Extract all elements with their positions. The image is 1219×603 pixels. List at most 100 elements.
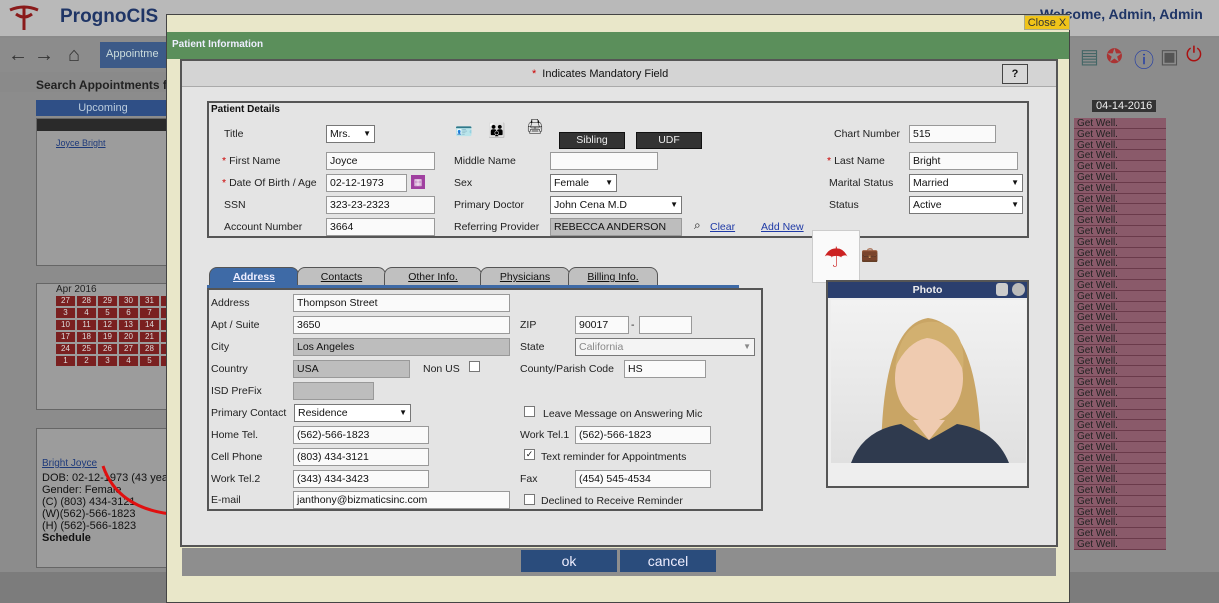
summary-schedule[interactable]: Schedule: [42, 532, 181, 544]
calendar-day[interactable]: 26: [98, 344, 117, 354]
appointment-list-item[interactable]: Get Well.: [1074, 258, 1166, 269]
calendar-day[interactable]: 3: [98, 356, 117, 366]
calendar-day[interactable]: 24: [56, 344, 75, 354]
calendar-day[interactable]: 14: [140, 320, 159, 330]
toolbar-help-ring-icon[interactable]: ✪: [1106, 44, 1123, 69]
appointment-list-item[interactable]: Get Well.: [1074, 118, 1166, 129]
cell-phone-field[interactable]: (803) 434-3121: [293, 448, 429, 466]
address-field[interactable]: Thompson Street: [293, 294, 510, 312]
status-select[interactable]: Active: [909, 196, 1023, 214]
appointment-list-item[interactable]: Get Well.: [1074, 377, 1166, 388]
non-us-checkbox[interactable]: [469, 361, 480, 372]
calendar-day[interactable]: 30: [119, 296, 138, 306]
state-select[interactable]: California: [575, 338, 755, 356]
calendar-day[interactable]: 31: [140, 296, 159, 306]
clear-link[interactable]: Clear: [710, 221, 735, 233]
appointment-list-item[interactable]: Get Well.: [1074, 495, 1166, 507]
calendar-day[interactable]: 13: [119, 320, 138, 330]
id-card-icon[interactable]: 🪪: [455, 123, 472, 140]
appointment-list-item[interactable]: Get Well.: [1074, 225, 1166, 237]
apt-suite-field[interactable]: 3650: [293, 316, 510, 334]
appointment-list-item[interactable]: Get Well.: [1074, 506, 1166, 518]
appointment-list-item[interactable]: Get Well.: [1074, 420, 1166, 431]
photo-upload-icon[interactable]: [996, 283, 1008, 296]
tab-other-info[interactable]: Other Info.: [384, 267, 482, 287]
calendar-day[interactable]: 28: [140, 344, 159, 354]
help-button[interactable]: ?: [1002, 64, 1028, 84]
zip-ext-field[interactable]: [639, 316, 692, 334]
appointment-list-item[interactable]: Get Well.: [1074, 463, 1166, 474]
calendar-day[interactable]: 17: [56, 332, 75, 342]
chart-number-field[interactable]: 515: [909, 125, 996, 143]
title-select[interactable]: Mrs.: [326, 125, 375, 143]
print-icon[interactable]: 🖨: [526, 118, 544, 135]
back-arrow-icon[interactable]: ←: [8, 44, 28, 67]
work-tel-1-field[interactable]: (562)-566-1823: [575, 426, 711, 444]
toolbar-doc-icon[interactable]: ▤: [1080, 44, 1099, 69]
appointment-list-item[interactable]: Get Well.: [1074, 301, 1166, 312]
primary-doctor-select[interactable]: John Cena M.D: [550, 196, 682, 214]
marital-status-select[interactable]: Married: [909, 174, 1023, 192]
close-button[interactable]: Close X: [1024, 15, 1070, 30]
dob-field[interactable]: 02-12-1973: [326, 174, 407, 192]
home-tel-field[interactable]: (562)-566-1823: [293, 426, 429, 444]
binoculars-icon[interactable]: ⌕: [694, 218, 701, 233]
primary-contact-select[interactable]: Residence: [294, 404, 411, 422]
first-name-field[interactable]: Joyce: [326, 152, 435, 170]
calendar-day[interactable]: 7: [140, 308, 159, 318]
calendar-day[interactable]: 2: [77, 356, 96, 366]
sex-select[interactable]: Female: [550, 174, 617, 192]
appointment-list-item[interactable]: Get Well.: [1074, 204, 1166, 215]
calendar-day[interactable]: 6: [119, 308, 138, 318]
appointment-list-item[interactable]: Get Well.: [1074, 323, 1166, 334]
family-icon[interactable]: 👪: [488, 122, 505, 139]
fax-field[interactable]: (454) 545-4534: [575, 470, 711, 488]
appointment-list-item[interactable]: Get Well.: [1074, 485, 1166, 496]
appointment-list-item[interactable]: Get Well.: [1074, 409, 1166, 420]
calendar-day[interactable]: 27: [56, 296, 75, 306]
appointment-list-item[interactable]: Get Well.: [1074, 215, 1166, 226]
work-tel-2-field[interactable]: (343) 434-3423: [293, 470, 429, 488]
appointment-list-item[interactable]: Get Well.: [1074, 344, 1166, 356]
tab-physicians[interactable]: Physicians: [480, 267, 570, 287]
appointment-list-item[interactable]: Get Well.: [1074, 517, 1166, 528]
appointment-list-item[interactable]: Get Well.: [1074, 161, 1166, 172]
appointment-list-item[interactable]: Get Well.: [1074, 539, 1166, 550]
briefcase-icon[interactable]: 💼: [861, 246, 878, 263]
tab-contacts[interactable]: Contacts: [297, 267, 386, 287]
appointment-tab[interactable]: Appointme: [100, 42, 170, 68]
calendar-day[interactable]: 19: [98, 332, 117, 342]
appointment-list-item[interactable]: Get Well.: [1074, 150, 1166, 161]
sibling-button[interactable]: Sibling: [559, 132, 625, 149]
appointment-list-item[interactable]: Get Well.: [1074, 355, 1166, 366]
info-icon[interactable]: ⓘ: [1134, 44, 1154, 73]
country-field[interactable]: USA: [293, 360, 410, 378]
appointment-list-item[interactable]: Get Well.: [1074, 290, 1166, 302]
appointment-list-item[interactable]: Get Well.: [1074, 236, 1166, 248]
calendar-day[interactable]: 5: [98, 308, 117, 318]
calendar-day[interactable]: 21: [140, 332, 159, 342]
logout-icon[interactable]: ⏻: [1186, 44, 1202, 67]
calendar-day[interactable]: 20: [119, 332, 138, 342]
tab-address[interactable]: Address: [209, 267, 299, 287]
calendar-day[interactable]: 27: [119, 344, 138, 354]
calendar-day[interactable]: 4: [119, 356, 138, 366]
leave-message-checkbox[interactable]: [524, 406, 535, 417]
calendar-day[interactable]: 29: [98, 296, 117, 306]
calendar-day[interactable]: 11: [77, 320, 96, 330]
appointment-list-item[interactable]: Get Well.: [1074, 441, 1166, 453]
middle-name-field[interactable]: [550, 152, 658, 170]
appointment-list-item[interactable]: Get Well.: [1074, 312, 1166, 323]
forward-arrow-icon[interactable]: →: [34, 44, 54, 67]
appointment-list-item[interactable]: Get Well.: [1074, 528, 1166, 539]
text-reminder-checkbox[interactable]: ✓: [524, 449, 535, 460]
declined-reminder-checkbox[interactable]: [524, 494, 535, 505]
city-field[interactable]: Los Angeles: [293, 338, 510, 356]
calendar-grid[interactable]: 2728293031134567810111213141517181920212…: [56, 296, 180, 366]
appointment-list-item[interactable]: Get Well.: [1074, 193, 1166, 204]
camera-icon[interactable]: [1012, 283, 1025, 296]
upcoming-item[interactable]: Joyce Bright: [56, 138, 106, 148]
calendar-day[interactable]: 10: [56, 320, 75, 330]
calendar-day[interactable]: 4: [77, 308, 96, 318]
home-icon[interactable]: ⌂: [68, 44, 80, 67]
